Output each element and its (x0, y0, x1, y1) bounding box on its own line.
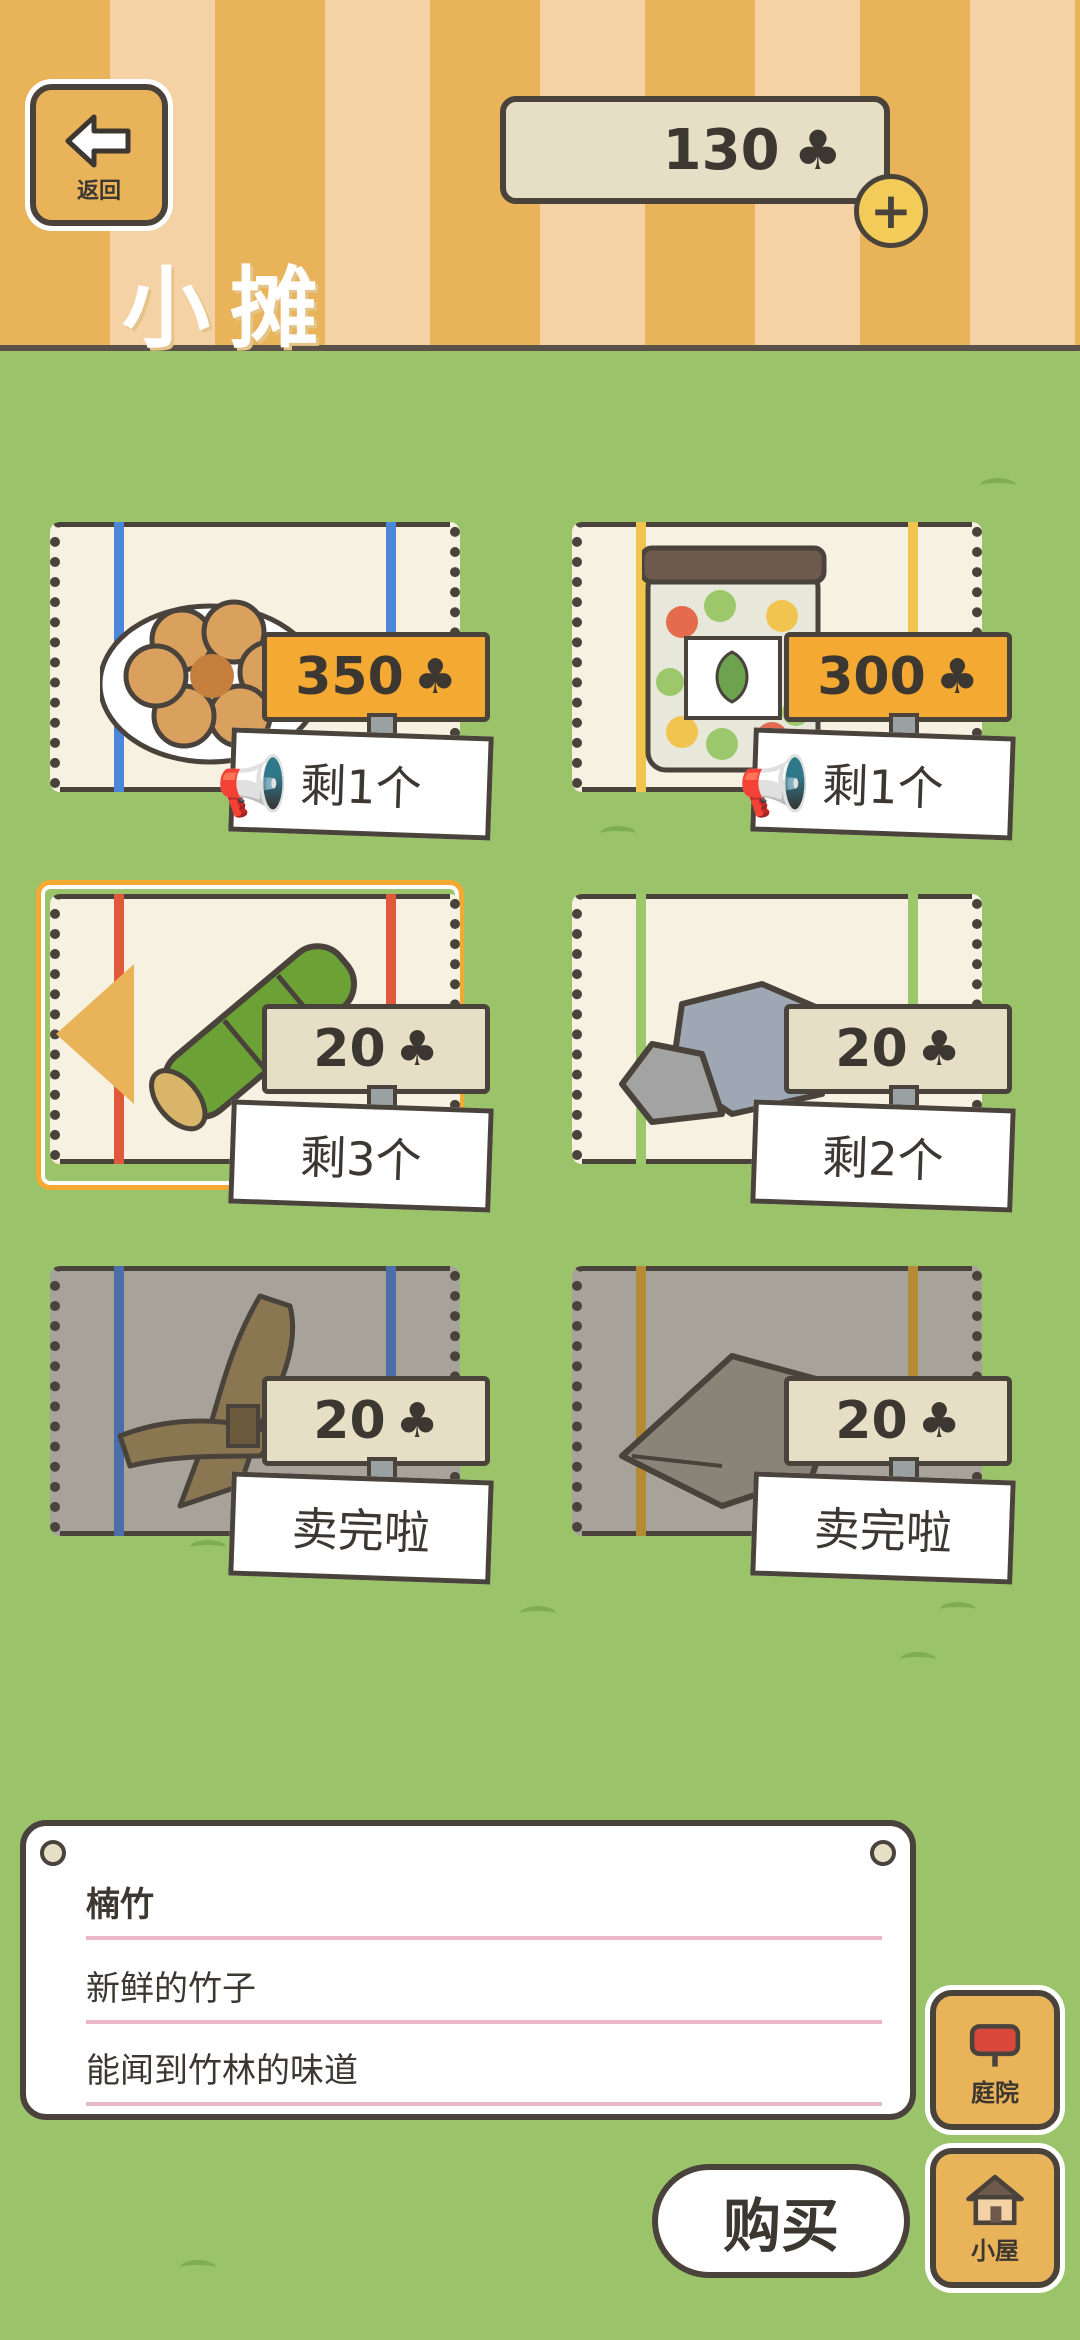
price-tag: 20 ♣ (784, 1004, 1012, 1115)
sold-out-label: 卖完啦 (750, 1471, 1016, 1585)
house-label: 小屋 (971, 2236, 1019, 2265)
price-value: 350 (295, 647, 404, 707)
price-tag: 20 ♣ (262, 1376, 490, 1487)
back-button[interactable]: 返回 (30, 84, 168, 226)
clover-icon: ♣ (395, 1393, 439, 1449)
shop-item-firewood[interactable]: 20 ♣ 卖完啦 (30, 1266, 550, 1626)
panel-rivet (870, 1840, 896, 1866)
grass-tuft (180, 2260, 216, 2275)
sold-out-label: 卖完啦 (228, 1471, 494, 1585)
page-title: 小摊 (122, 257, 339, 360)
clover-icon: ♣ (413, 649, 457, 705)
yard-label: 庭院 (971, 2078, 1019, 2107)
back-arrow-icon (65, 114, 131, 168)
shop-item-stones[interactable]: 20 ♣ 剩2个 (552, 894, 1072, 1254)
stock-label: 剩2个 (750, 1099, 1016, 1213)
coin-balance: 130 ♣ (500, 96, 890, 204)
clover-icon: ♣ (793, 118, 842, 182)
price-value: 300 (817, 647, 926, 707)
price-value: 20 (313, 1391, 386, 1451)
price-value: 20 (835, 1391, 908, 1451)
shop-item-sack[interactable]: 20 ♣ 卖完啦 (552, 1266, 1072, 1626)
house-button[interactable]: 小屋 (930, 2148, 1060, 2288)
grass-tuft (980, 478, 1016, 493)
clover-icon: ♣ (395, 1021, 439, 1077)
price-value: 20 (313, 1019, 386, 1079)
mailbox-icon (969, 2023, 1021, 2067)
stock-label: 剩3个 (228, 1099, 494, 1213)
shop-item-pretzel[interactable]: 350 ♣ 剩1个 📢 (30, 522, 550, 882)
price-tag: 20 ♣ (784, 1376, 1012, 1487)
item-desc-line1: 新鲜的竹子 (86, 1950, 882, 2024)
plus-icon: + (870, 182, 912, 240)
megaphone-icon: 📢 (738, 752, 811, 820)
clover-icon: ♣ (917, 1393, 961, 1449)
item-desc-line2: 能闻到竹林的味道 (86, 2032, 882, 2106)
item-description-panel: 楠竹 新鲜的竹子 能闻到竹林的味道 (20, 1820, 916, 2120)
clover-icon: ♣ (935, 649, 979, 705)
price-value: 20 (835, 1019, 908, 1079)
shop-item-candy-jar[interactable]: 300 ♣ 剩1个 📢 (552, 522, 1072, 882)
coin-count: 130 (662, 117, 780, 183)
clover-icon: ♣ (917, 1021, 961, 1077)
buy-button[interactable]: 购买 (652, 2164, 910, 2278)
megaphone-icon: 📢 (216, 752, 289, 820)
back-label: 返回 (76, 179, 121, 204)
shop-item-bamboo[interactable]: 20 ♣ 剩3个 (30, 880, 550, 1254)
selection-arrow-icon (56, 964, 134, 1104)
yard-button[interactable]: 庭院 (930, 1990, 1060, 2130)
house-icon (966, 2174, 1024, 2225)
price-tag: 20 ♣ (262, 1004, 490, 1115)
panel-rivet (40, 1840, 66, 1866)
add-coins-button[interactable]: + (854, 174, 928, 248)
item-name: 楠竹 (86, 1866, 882, 1940)
price-tag: 300 ♣ (784, 632, 1012, 743)
grass-tuft (900, 1652, 936, 1667)
price-tag: 350 ♣ (262, 632, 490, 743)
